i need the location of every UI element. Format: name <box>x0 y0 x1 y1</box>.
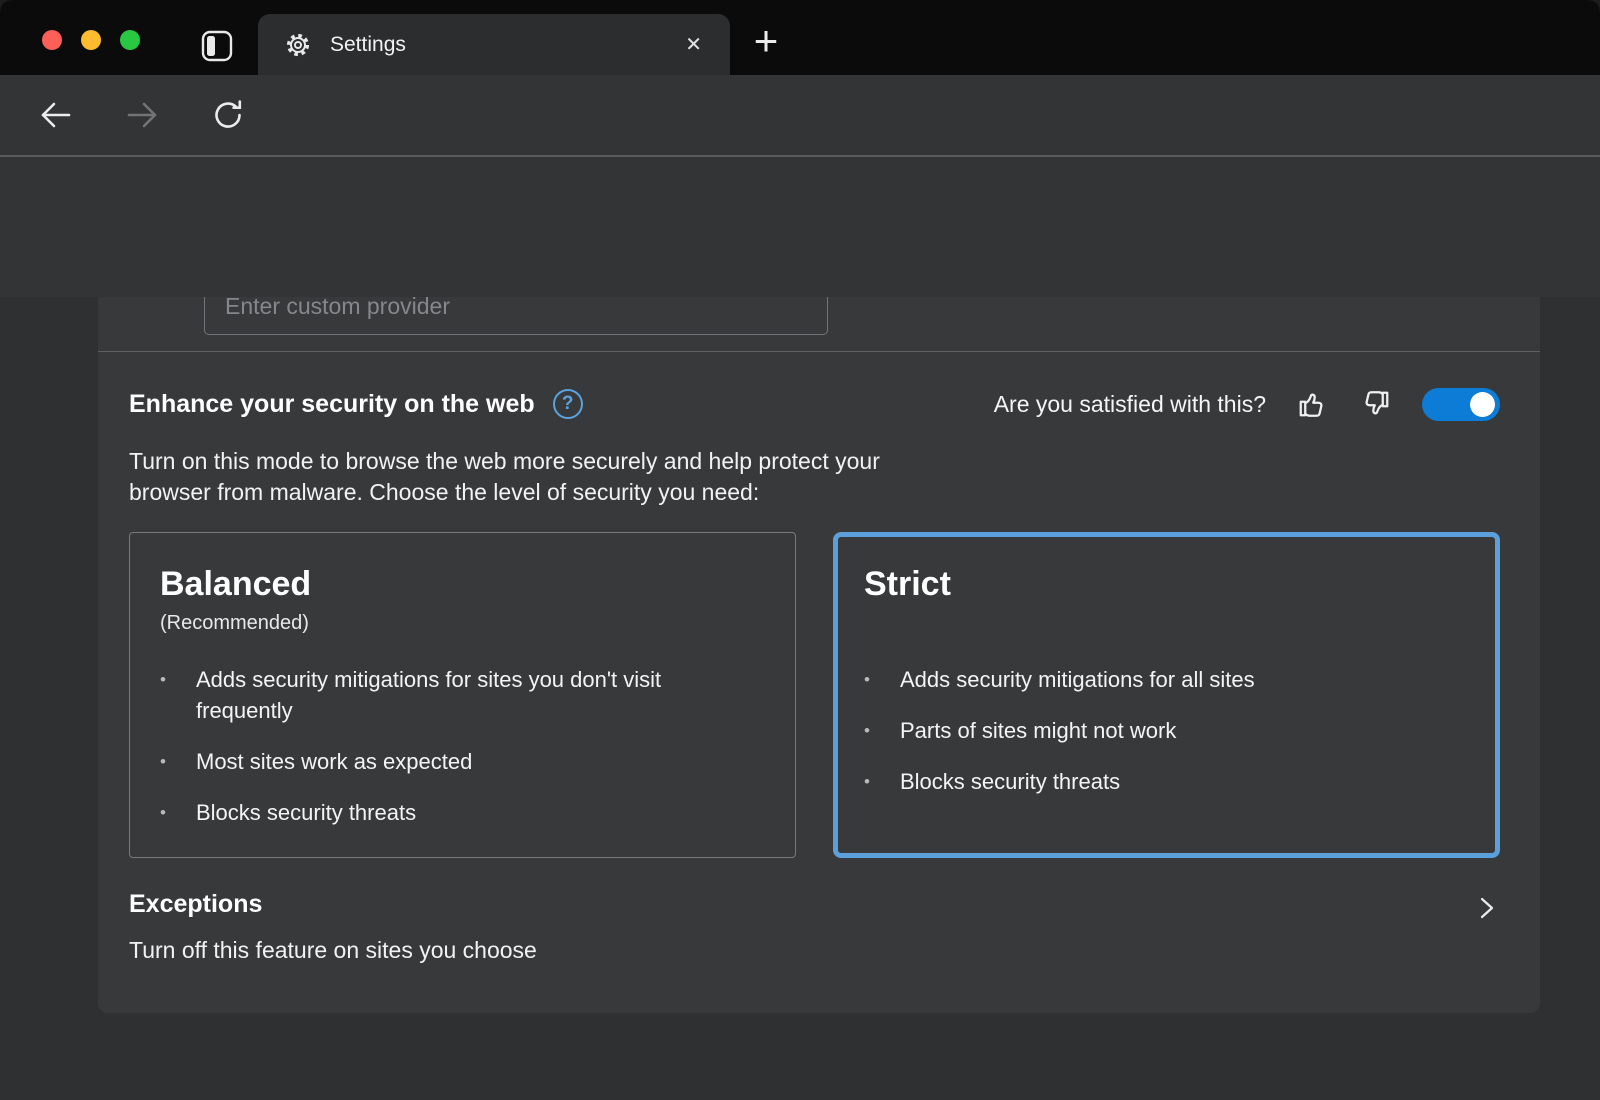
window-zoom-button[interactable] <box>120 30 140 50</box>
tab-overview-icon[interactable] <box>200 29 234 68</box>
bullet-icon: • <box>864 715 900 746</box>
chevron-right-icon[interactable] <box>1472 894 1500 922</box>
bullet-icon: • <box>160 664 196 726</box>
security-level-cards: Balanced (Recommended) •Adds security mi… <box>129 532 1500 858</box>
thumbs-down-icon[interactable] <box>1358 386 1394 422</box>
tab-bar: Settings ✕ + <box>0 0 1600 75</box>
feedback-controls: Are you satisfied with this? <box>994 386 1500 422</box>
card-strict[interactable]: Strict •Adds security mitigations for al… <box>833 532 1500 858</box>
thumbs-up-icon[interactable] <box>1294 386 1330 422</box>
toggle-knob <box>1470 392 1495 417</box>
card-title: Strict <box>864 565 1469 604</box>
browser-window: Settings ✕ + Edge | edge://setting <box>0 0 1600 1100</box>
list-item: •Blocks security threats <box>864 766 1469 797</box>
custom-provider-input[interactable] <box>204 297 828 335</box>
help-icon[interactable]: ? <box>553 389 583 419</box>
reload-icon[interactable] <box>210 97 246 133</box>
list-item: •Blocks security threats <box>160 797 765 828</box>
security-toggle[interactable] <box>1422 388 1500 421</box>
bullet-icon: • <box>864 766 900 797</box>
forward-icon[interactable] <box>124 97 160 133</box>
window-minimize-button[interactable] <box>81 30 101 50</box>
tab-close-icon[interactable]: ✕ <box>685 32 702 57</box>
list-item: •Adds security mitigations for sites you… <box>160 664 765 726</box>
custom-provider-row <box>98 297 1540 352</box>
exceptions-description: Turn off this feature on sites you choos… <box>129 937 537 964</box>
bullet-icon: • <box>160 797 196 828</box>
bullet-icon: • <box>864 664 900 695</box>
list-item: •Adds security mitigations for all sites <box>864 664 1469 695</box>
list-item: •Most sites work as expected <box>160 746 765 777</box>
exceptions-title: Exceptions <box>129 890 537 919</box>
window-close-button[interactable] <box>42 30 62 50</box>
card-subtitle <box>864 612 1469 644</box>
tab-title: Settings <box>330 33 406 57</box>
new-tab-button[interactable]: + <box>744 16 788 68</box>
section-description: Turn on this mode to browse the web more… <box>129 446 1500 508</box>
exceptions-row[interactable]: Exceptions Turn off this feature on site… <box>129 890 1500 964</box>
card-balanced[interactable]: Balanced (Recommended) •Adds security mi… <box>129 532 796 858</box>
security-section: Enhance your security on the web ? Are y… <box>98 386 1540 964</box>
privacy-panel: Enhance your security on the web ? Are y… <box>98 297 1540 1013</box>
feedback-question: Are you satisfied with this? <box>994 391 1266 418</box>
section-title: Enhance your security on the web <box>129 390 535 419</box>
tab-settings[interactable]: Settings ✕ <box>258 14 730 75</box>
navigation-toolbar: Edge | edge://settings/privacy <box>0 75 1600 155</box>
card-title: Balanced <box>160 565 765 604</box>
settings-header: Settings <box>0 157 1600 297</box>
gear-icon <box>284 31 312 59</box>
bullet-icon: • <box>160 746 196 777</box>
card-subtitle: (Recommended) <box>160 612 765 644</box>
list-item: •Parts of sites might not work <box>864 715 1469 746</box>
settings-page: Enhance your security on the web ? Are y… <box>0 297 1600 1100</box>
back-icon[interactable] <box>38 97 74 133</box>
